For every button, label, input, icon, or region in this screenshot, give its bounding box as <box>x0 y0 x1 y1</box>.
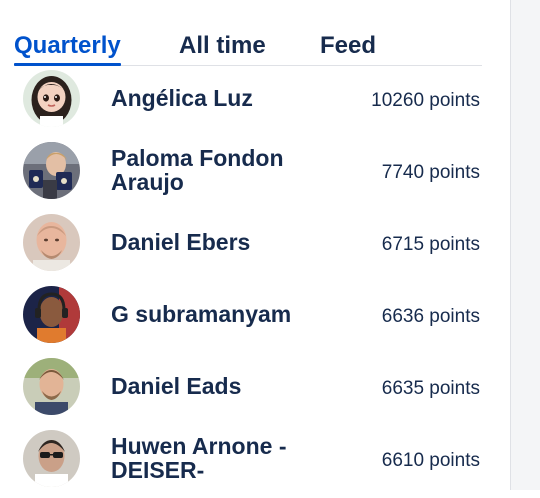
leader-name[interactable]: Daniel Eads <box>111 374 326 398</box>
leader-name[interactable]: G subramanyam <box>111 302 326 326</box>
leaderboard-row[interactable]: Daniel Eads 6635 points <box>0 354 500 426</box>
leader-name[interactable]: Angélica Luz <box>111 86 326 110</box>
tab-quarterly[interactable]: Quarterly <box>14 32 121 66</box>
leaderboard-tabs: Quarterly All time Feed <box>14 28 482 66</box>
leader-name[interactable]: Huwen Arnone - DEISER- <box>111 434 326 482</box>
leader-points: 10260 points <box>371 90 480 111</box>
man-sunglasses-avatar[interactable] <box>23 430 80 487</box>
leaderboard-row[interactable]: Angélica Luz 10260 points <box>0 66 500 138</box>
leader-name[interactable]: Paloma Fondon Araujo <box>111 146 326 194</box>
tab-all-time[interactable]: All time <box>179 32 266 60</box>
right-panel-edge <box>510 0 540 490</box>
leaderboard-row[interactable]: Paloma Fondon Araujo 7740 points <box>0 138 500 210</box>
leader-points: 7740 points <box>381 162 480 183</box>
leaderboard-row[interactable]: G subramanyam 6636 points <box>0 282 500 354</box>
leader-points: 6715 points <box>381 234 480 255</box>
man-outdoor-avatar[interactable] <box>23 358 80 415</box>
leader-points: 6636 points <box>381 306 480 327</box>
leader-points: 6610 points <box>381 450 480 471</box>
cartoon-girl-avatar[interactable] <box>23 70 80 127</box>
man-photo-avatar[interactable] <box>23 214 80 271</box>
leaderboard-row[interactable]: Huwen Arnone - DEISER- 6610 points <box>0 426 500 498</box>
leaderboard-row[interactable]: Daniel Ebers 6715 points <box>0 210 500 282</box>
man-headphones-avatar[interactable] <box>23 286 80 343</box>
tab-feed[interactable]: Feed <box>320 32 376 60</box>
leader-points: 6635 points <box>381 378 480 399</box>
leader-name[interactable]: Daniel Ebers <box>111 230 326 254</box>
woman-photo-avatar[interactable] <box>23 142 80 199</box>
